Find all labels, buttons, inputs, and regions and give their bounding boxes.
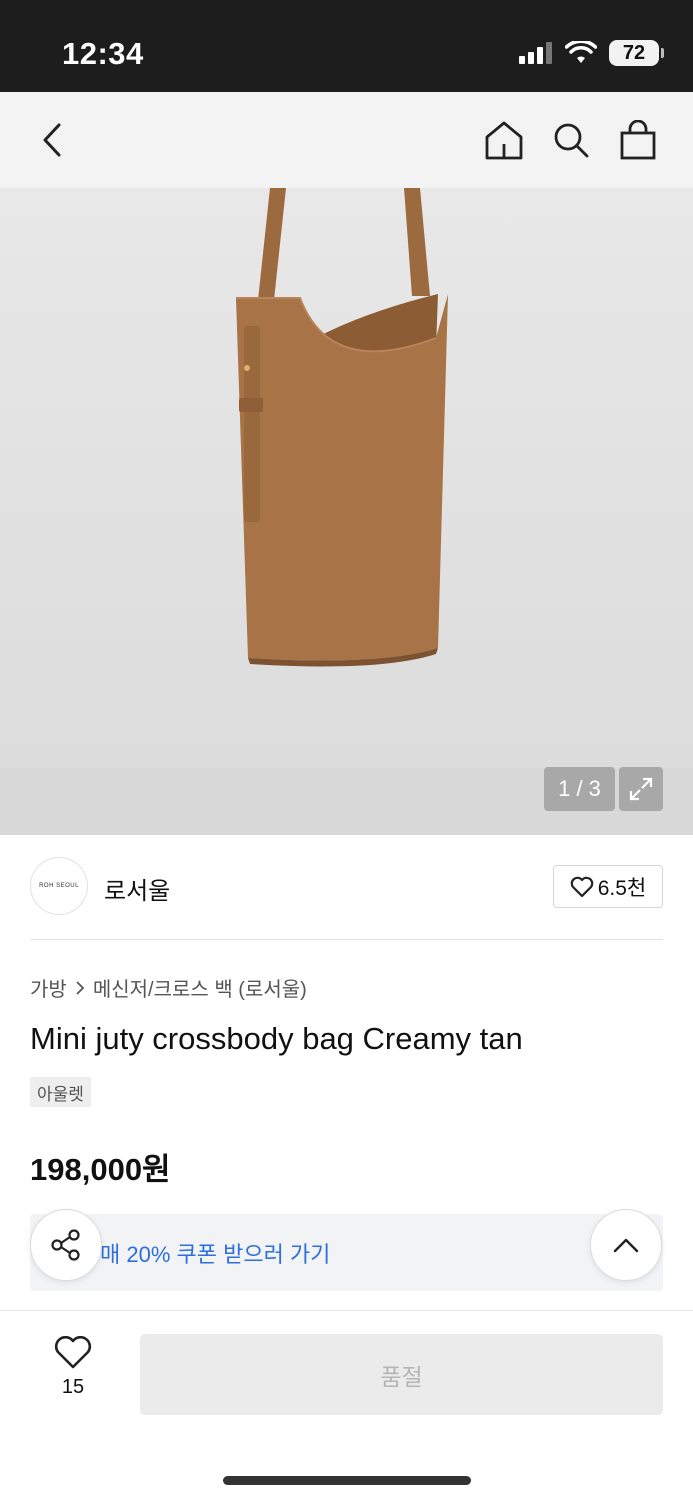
brand-like-count: 6.5천 bbox=[597, 876, 647, 900]
heart-icon bbox=[54, 1336, 92, 1369]
product-price: 198,000원 bbox=[30, 1152, 171, 1187]
home-button[interactable] bbox=[478, 114, 530, 166]
image-counter: 1 / 3 bbox=[544, 767, 615, 811]
product-title: Mini juty crossbody bag Creamy tan bbox=[30, 1021, 523, 1056]
cart-button[interactable] bbox=[612, 114, 664, 166]
chevron-right-icon bbox=[76, 980, 85, 995]
home-indicator bbox=[223, 1476, 471, 1485]
breadcrumb-subcategory[interactable]: 메신저/크로스 백 (로서울) bbox=[93, 973, 307, 1002]
back-button[interactable] bbox=[26, 114, 78, 166]
product-image[interactable] bbox=[0, 188, 693, 768]
share-button[interactable] bbox=[30, 1209, 102, 1281]
share-icon bbox=[51, 1229, 80, 1261]
status-bar: 12:34 72 bbox=[0, 0, 693, 92]
soldout-button: 품절 bbox=[140, 1334, 663, 1415]
outlet-tag: 아울렛 bbox=[30, 1077, 91, 1107]
search-icon bbox=[554, 123, 589, 158]
divider bbox=[30, 939, 663, 940]
bag-image bbox=[236, 188, 448, 667]
status-time: 12:34 bbox=[62, 36, 144, 71]
bottom-bar-divider bbox=[0, 1310, 693, 1311]
search-button[interactable] bbox=[545, 114, 597, 166]
breadcrumb-category[interactable]: 가방 bbox=[30, 973, 67, 1002]
scroll-top-button[interactable] bbox=[590, 1209, 662, 1281]
signal-icon bbox=[519, 42, 552, 64]
brand-logo-text: ROH SEOUL bbox=[39, 883, 79, 889]
wishlist-button[interactable]: 15 bbox=[40, 1336, 106, 1399]
chevron-up-icon bbox=[613, 1238, 639, 1253]
status-icons: 72 bbox=[519, 40, 664, 66]
expand-image-button[interactable] bbox=[619, 767, 663, 811]
expand-icon bbox=[629, 777, 653, 801]
wifi-icon bbox=[565, 41, 597, 63]
breadcrumb: 가방 메신저/크로스 백 (로서울) bbox=[30, 973, 307, 1002]
shopping-bag-icon bbox=[620, 120, 656, 160]
home-icon bbox=[485, 121, 523, 160]
brand-like-button[interactable]: 6.5천 bbox=[553, 865, 663, 908]
brand-logo[interactable]: ROH SEOUL bbox=[30, 857, 88, 915]
back-arrow-icon bbox=[43, 123, 61, 157]
battery-indicator: 72 bbox=[609, 40, 664, 66]
wishlist-count: 15 bbox=[61, 1376, 85, 1398]
top-nav bbox=[0, 92, 693, 188]
brand-name[interactable]: 로서울 bbox=[104, 871, 170, 906]
coupon-text[interactable]: 매 20% 쿠폰 받으러 가기 bbox=[100, 1237, 330, 1269]
heart-icon bbox=[570, 876, 594, 897]
